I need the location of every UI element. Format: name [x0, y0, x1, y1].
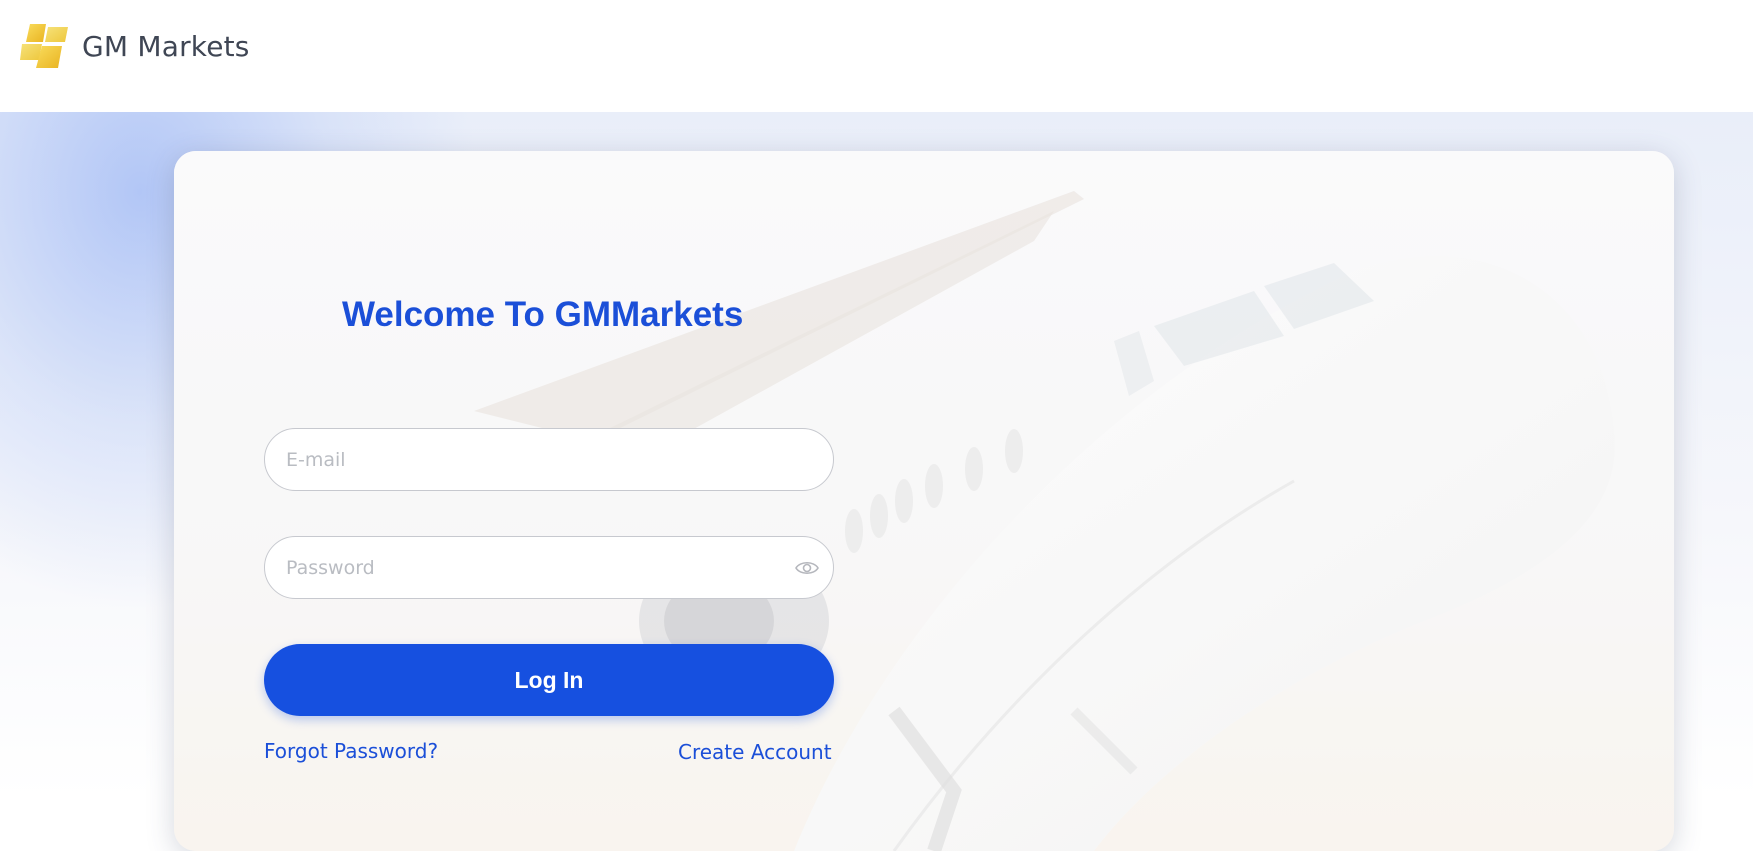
- gm-markets-logo-icon: [20, 22, 70, 70]
- login-card: Welcome To GMMarkets Log In Forgot Passw…: [174, 151, 1674, 851]
- email-input[interactable]: [265, 429, 833, 490]
- brand-name: GM Markets: [82, 29, 250, 63]
- top-header: GM Markets: [0, 0, 1753, 112]
- forgot-password-link[interactable]: Forgot Password?: [264, 739, 438, 763]
- email-field: [264, 428, 834, 491]
- create-account-link[interactable]: Create Account: [678, 740, 832, 764]
- welcome-title: Welcome To GMMarkets: [342, 295, 744, 334]
- login-button[interactable]: Log In: [264, 644, 834, 716]
- eye-icon[interactable]: [795, 559, 819, 577]
- password-field: [264, 536, 834, 599]
- password-input[interactable]: [265, 537, 833, 598]
- brand-logo[interactable]: GM Markets: [20, 22, 250, 70]
